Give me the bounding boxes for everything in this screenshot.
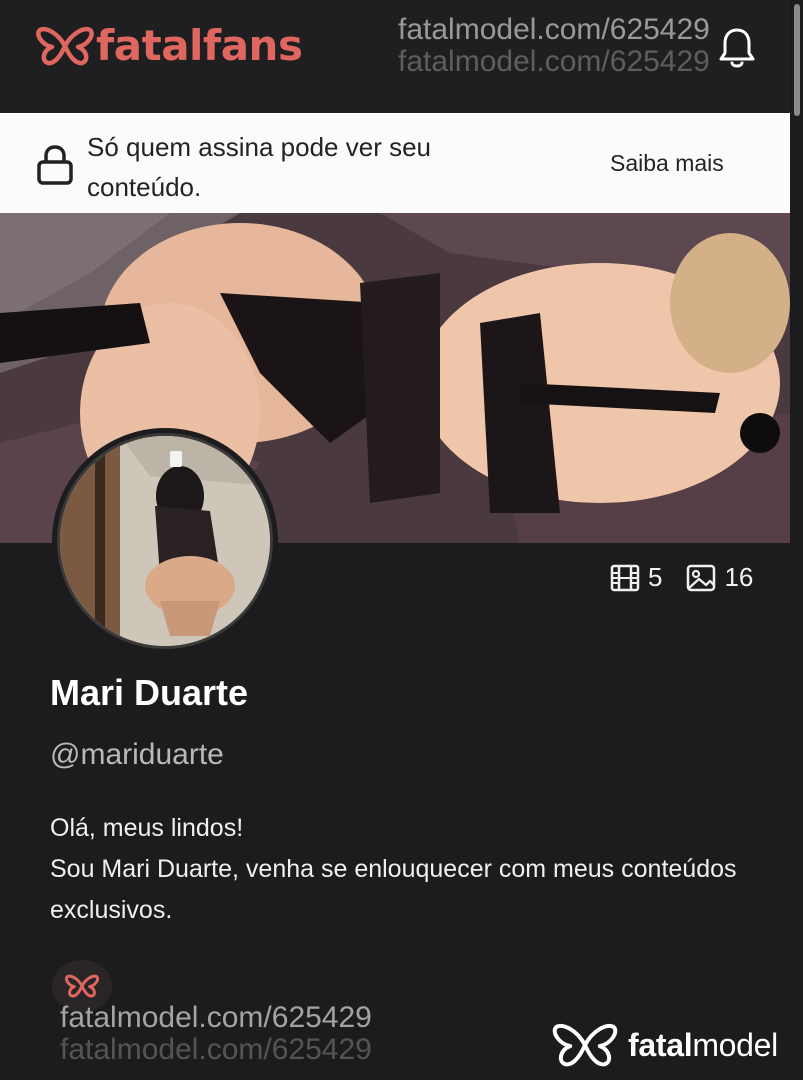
bell-icon[interactable] xyxy=(717,26,757,70)
wordmark-bold: fatal xyxy=(628,1026,693,1063)
brand-name: fatalfans xyxy=(96,21,303,70)
profile-handle: @mariduarte xyxy=(50,738,224,771)
profile-page: fatalfans fatalmodel.com/625429 fatalmod… xyxy=(0,0,803,1080)
butterfly-small-icon xyxy=(65,974,99,998)
mini-brand-badge xyxy=(52,960,112,1012)
watermark-bottom-line1: fatalmodel.com/625429 xyxy=(60,1001,372,1034)
top-bar: fatalfans fatalmodel.com/625429 fatalmod… xyxy=(0,0,803,113)
fatalfans-logo[interactable]: fatalfans xyxy=(36,21,303,70)
watermark-top-line1: fatalmodel.com/625429 xyxy=(398,13,710,46)
avatar[interactable] xyxy=(52,428,278,654)
video-count-value: 5 xyxy=(648,562,663,592)
scrollbar-track[interactable] xyxy=(790,0,803,1080)
scrollbar-thumb[interactable] xyxy=(794,4,800,116)
avatar-photo xyxy=(57,433,273,649)
content-stats: 5 16 xyxy=(610,562,753,593)
image-count: 16 xyxy=(686,562,753,593)
butterfly-white-icon xyxy=(552,1023,618,1067)
profile-name: Mari Duarte xyxy=(50,672,249,713)
avatar-image-illustration xyxy=(60,436,270,646)
film-icon xyxy=(610,564,640,591)
watermark-bottom-line2: fatalmodel.com/625429 xyxy=(60,1033,372,1066)
wordmark-regular: model xyxy=(692,1026,778,1063)
watermark-top-line2: fatalmodel.com/625429 xyxy=(398,45,710,78)
watermark-top: fatalmodel.com/625429 fatalmodel.com/625… xyxy=(398,14,710,78)
learn-more-link[interactable]: Saiba mais xyxy=(610,150,724,177)
subscribe-banner: Só quem assina pode ver seu conteúdo. Sa… xyxy=(0,113,803,213)
fatalmodel-wordmark: fatalmodel xyxy=(628,1027,778,1064)
bio-line-1: Olá, meus lindos! xyxy=(50,814,244,842)
fatalmodel-watermark-logo: fatalmodel xyxy=(552,1020,778,1070)
watermark-bottom: fatalmodel.com/625429 fatalmodel.com/625… xyxy=(60,1002,372,1066)
video-count: 5 xyxy=(610,562,662,593)
bio-line-2: Sou Mari Duarte, venha se enlouquecer co… xyxy=(50,855,737,924)
lock-icon xyxy=(37,145,73,185)
profile-bio: Olá, meus lindos! Sou Mari Duarte, venha… xyxy=(50,808,750,931)
image-count-value: 16 xyxy=(724,562,754,592)
image-icon xyxy=(687,564,716,591)
butterfly-logo-icon xyxy=(36,27,94,66)
subscribe-message: Só quem assina pode ver seu conteúdo. xyxy=(87,132,431,202)
